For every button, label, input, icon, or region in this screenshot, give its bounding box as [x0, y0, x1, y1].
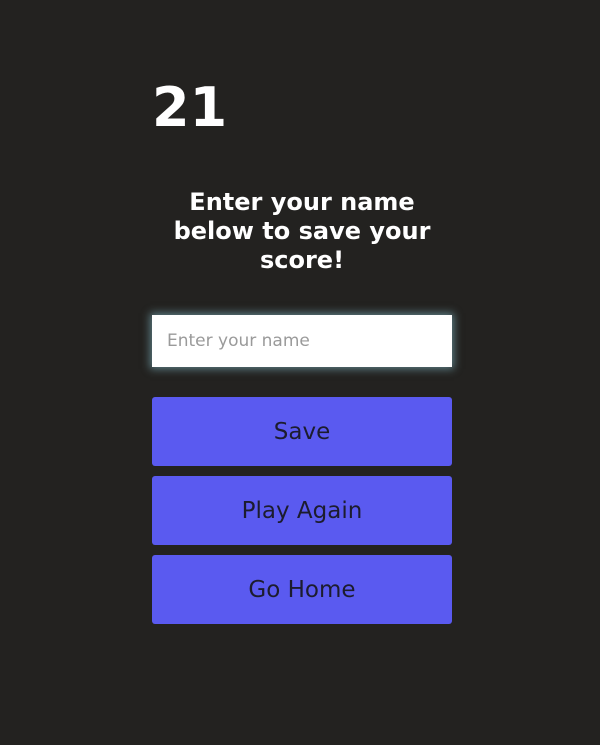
save-score-button[interactable]: Save — [152, 397, 452, 466]
go-home-button[interactable]: Go Home — [152, 555, 452, 624]
final-score: 21 — [152, 76, 228, 139]
save-score-prompt: Enter your name below to save your score… — [173, 188, 431, 274]
play-again-button[interactable]: Play Again — [152, 476, 452, 545]
username-input[interactable] — [152, 315, 452, 367]
